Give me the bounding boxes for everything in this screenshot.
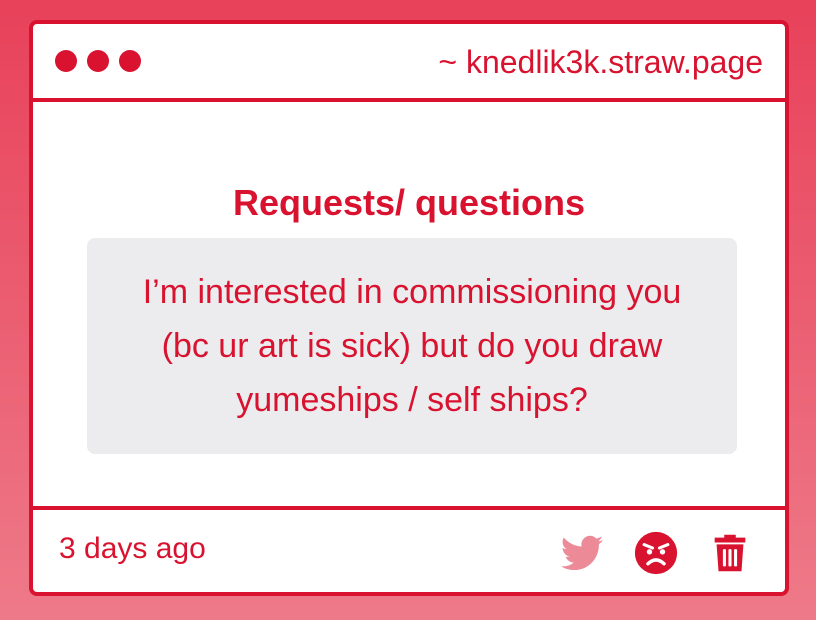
window-dot [55,50,77,72]
browser-window: ~ knedlik3k.straw.page Requests/ questio… [29,20,789,596]
twitter-icon[interactable] [559,530,605,576]
page-title: Requests/ questions [232,182,586,223]
page-url[interactable]: ~ knedlik3k.straw.page [438,42,763,82]
card-footer: 3 days ago [33,506,785,592]
window-dot [119,50,141,72]
question-card: Requests/ questions I’m interested in co… [33,102,785,506]
message-text: I’m interested in commissioning you (bc … [142,273,682,419]
window-dot [87,50,109,72]
title-bar: ~ knedlik3k.straw.page [33,24,785,102]
trash-icon[interactable] [707,530,753,576]
window-controls [55,50,141,72]
timestamp: 3 days ago [59,532,206,565]
angry-face-icon[interactable] [633,530,679,576]
message-box: I’m interested in commissioning you (bc … [87,238,737,454]
